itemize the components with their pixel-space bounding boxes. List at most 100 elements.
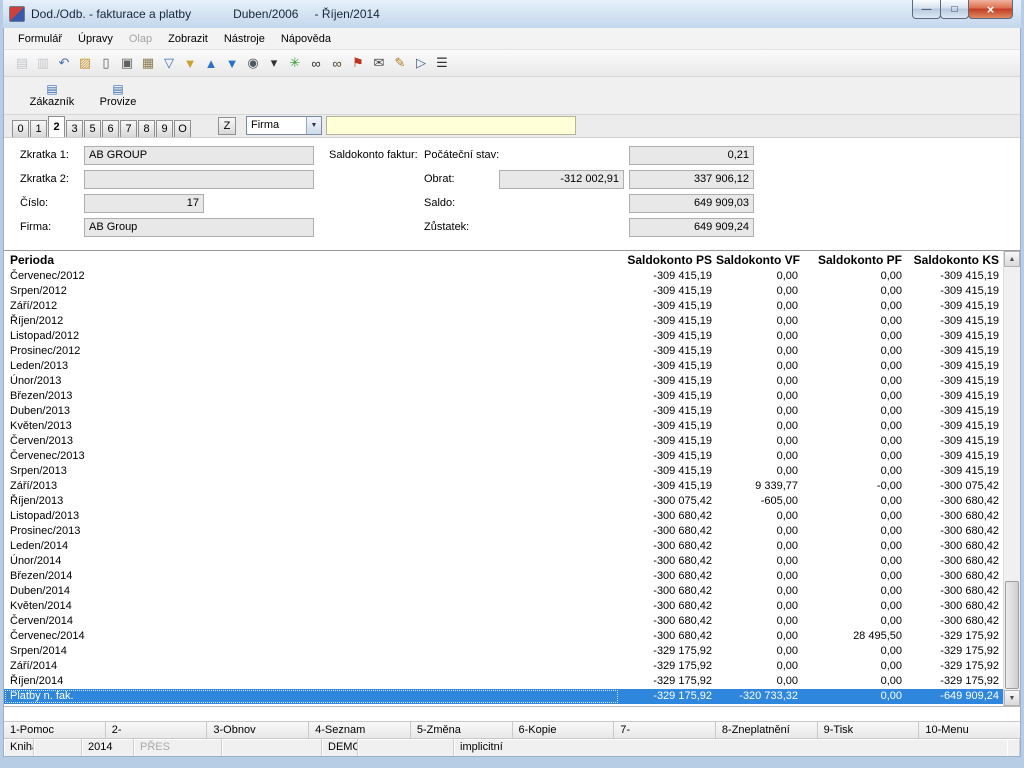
table-row[interactable]: Leden/2013 -309 415,19 0,00 0,00 -309 41… <box>4 359 1003 374</box>
firma-selector[interactable]: Firma ▼ <box>246 116 322 135</box>
bookmark-flag-icon[interactable]: ⚑ <box>348 53 368 73</box>
function-key[interactable]: 5-Změna <box>411 722 513 738</box>
table-row[interactable]: Květen/2013 -309 415,19 0,00 0,00 -309 4… <box>4 419 1003 434</box>
tab[interactable]: 2 <box>48 116 65 137</box>
table-row[interactable]: Únor/2013 -309 415,19 0,00 0,00 -309 415… <box>4 374 1003 389</box>
table-row[interactable]: Březen/2013 -309 415,19 0,00 0,00 -309 4… <box>4 389 1003 404</box>
mail-icon[interactable]: ✉ <box>369 53 389 73</box>
table-row[interactable]: Leden/2014 -300 680,42 0,00 0,00 -300 68… <box>4 539 1003 554</box>
close-button[interactable]: × <box>968 0 1013 19</box>
tab[interactable]: 0 <box>12 120 29 137</box>
table-row[interactable]: Duben/2014 -300 680,42 0,00 0,00 -300 68… <box>4 584 1003 599</box>
tab[interactable]: 3 <box>66 120 83 137</box>
table-row[interactable]: Srpen/2012 -309 415,19 0,00 0,00 -309 41… <box>4 284 1003 299</box>
function-key[interactable]: 9-Tisk <box>818 722 920 738</box>
function-key[interactable]: 7- <box>614 722 716 738</box>
table-row[interactable]: Květen/2014 -300 680,42 0,00 0,00 -300 6… <box>4 599 1003 614</box>
table-row[interactable]: Platby n. fak. -329 175,92 -320 733,32 0… <box>4 689 1003 704</box>
table-row[interactable]: Říjen/2013 -300 075,42 -605,00 0,00 -300… <box>4 494 1003 509</box>
vertical-scrollbar[interactable]: ▲ ▼ <box>1003 251 1020 706</box>
table-row[interactable]: Červen/2014 -300 680,42 0,00 0,00 -300 6… <box>4 614 1003 629</box>
menu-item[interactable]: Formulář <box>10 30 70 48</box>
table-row[interactable]: Listopad/2013 -300 680,42 0,00 0,00 -300… <box>4 509 1003 524</box>
function-key[interactable]: 10-Menu <box>919 722 1020 738</box>
chevron-down-icon[interactable]: ▼ <box>306 117 321 134</box>
notes-icon[interactable]: ✎ <box>390 53 410 73</box>
minimize-button[interactable]: — <box>912 0 941 19</box>
table-row[interactable]: Září/2013 -309 415,19 9 339,77 -0,00 -30… <box>4 479 1003 494</box>
grid: Perioda Saldokonto PS Saldokonto VF Sald… <box>4 251 1003 704</box>
table-row[interactable]: Duben/2013 -309 415,19 0,00 0,00 -309 41… <box>4 404 1003 419</box>
column-header-perioda[interactable]: Perioda <box>4 253 619 267</box>
tab[interactable]: 8 <box>138 120 155 137</box>
table-row[interactable]: Prosinec/2013 -300 680,42 0,00 0,00 -300… <box>4 524 1003 539</box>
table-row[interactable]: Červen/2013 -309 415,19 0,00 0,00 -309 4… <box>4 434 1003 449</box>
table-row[interactable]: Září/2014 -329 175,92 0,00 0,00 -329 175… <box>4 659 1003 674</box>
move-up-icon[interactable]: ▲ <box>201 53 221 73</box>
table-row[interactable]: Říjen/2012 -309 415,19 0,00 0,00 -309 41… <box>4 314 1003 329</box>
table-row[interactable]: Prosinec/2012 -309 415,19 0,00 0,00 -309… <box>4 344 1003 359</box>
menu-item[interactable]: Nápověda <box>273 30 339 48</box>
customer-button[interactable]: ▤ Zákazník <box>26 79 78 113</box>
titlebar[interactable]: Dod./Odb. - fakturace a platby Duben/200… <box>3 0 1021 28</box>
tab[interactable]: 9 <box>156 120 173 137</box>
view-dropdown-icon[interactable]: ▾ <box>264 53 284 73</box>
column-header-saldokonto-ps[interactable]: Saldokonto PS <box>619 253 716 267</box>
table-row[interactable]: Srpen/2014 -329 175,92 0,00 0,00 -329 17… <box>4 644 1003 659</box>
table-row[interactable]: Březen/2014 -300 680,42 0,00 0,00 -300 6… <box>4 569 1003 584</box>
send-icon[interactable]: ▷ <box>411 53 431 73</box>
table-row[interactable]: Srpen/2013 -309 415,19 0,00 0,00 -309 41… <box>4 464 1003 479</box>
maximize-button[interactable]: □ <box>940 0 969 19</box>
menu-item[interactable]: Zobrazit <box>160 30 216 48</box>
function-key[interactable]: 3-Obnov <box>207 722 309 738</box>
cislo-field[interactable]: 17 <box>84 194 204 213</box>
quick-filter-input[interactable] <box>326 116 576 135</box>
menu-item[interactable]: Nástroje <box>216 30 273 48</box>
view-icon[interactable]: ◉ <box>243 53 263 73</box>
find-next-icon[interactable]: ∞ <box>327 53 347 73</box>
zkratka2-field[interactable] <box>84 170 314 189</box>
move-down-icon[interactable]: ▼ <box>222 53 242 73</box>
open-folder-icon[interactable]: ▨ <box>75 53 95 73</box>
menu-item[interactable]: Olap <box>121 30 160 48</box>
function-key[interactable]: 2- <box>106 722 208 738</box>
copy-icon[interactable]: ▣ <box>117 53 137 73</box>
scrollbar-thumb[interactable] <box>1005 581 1019 689</box>
undo-icon[interactable]: ↶ <box>54 53 74 73</box>
table-row[interactable]: Únor/2014 -300 680,42 0,00 0,00 -300 680… <box>4 554 1003 569</box>
print-icon[interactable]: ▥ <box>33 53 53 73</box>
function-key[interactable]: 1-Pomoc <box>4 722 106 738</box>
function-key[interactable]: 4-Seznam <box>309 722 411 738</box>
column-header-saldokonto-ks[interactable]: Saldokonto KS <box>906 253 1003 267</box>
commission-button[interactable]: ▤ Provize <box>92 79 144 113</box>
table-row[interactable]: Listopad/2012 -309 415,19 0,00 0,00 -309… <box>4 329 1003 344</box>
menu-lines-icon[interactable]: ☰ <box>432 53 452 73</box>
save-icon[interactable]: ▤ <box>12 53 32 73</box>
scroll-down-icon[interactable]: ▼ <box>1004 690 1020 706</box>
column-header-saldokonto-pf[interactable]: Saldokonto PF <box>802 253 906 267</box>
table-row[interactable]: Červenec/2013 -309 415,19 0,00 0,00 -309… <box>4 449 1003 464</box>
zkratka1-field[interactable]: AB GROUP <box>84 146 314 165</box>
paste-icon[interactable]: ▦ <box>138 53 158 73</box>
find-icon[interactable]: ∞ <box>306 53 326 73</box>
z-button[interactable]: Z <box>218 117 236 135</box>
tab[interactable]: 1 <box>30 120 47 137</box>
function-key[interactable]: 6-Kopie <box>513 722 615 738</box>
table-row[interactable]: Červenec/2014 -300 680,42 0,00 28 495,50… <box>4 629 1003 644</box>
function-key[interactable]: 8-Zneplatnění <box>716 722 818 738</box>
table-row[interactable]: Září/2012 -309 415,19 0,00 0,00 -309 415… <box>4 299 1003 314</box>
tab[interactable]: 7 <box>120 120 137 137</box>
scroll-up-icon[interactable]: ▲ <box>1004 251 1020 267</box>
tab[interactable]: 5 <box>84 120 101 137</box>
column-header-saldokonto-vf[interactable]: Saldokonto VF <box>716 253 802 267</box>
table-row[interactable]: Říjen/2014 -329 175,92 0,00 0,00 -329 17… <box>4 674 1003 689</box>
refresh-icon[interactable]: ✳ <box>285 53 305 73</box>
tab[interactable]: O <box>174 120 191 137</box>
new-document-icon[interactable]: ▯ <box>96 53 116 73</box>
tab[interactable]: 6 <box>102 120 119 137</box>
filter-icon[interactable]: ▽ <box>159 53 179 73</box>
table-row[interactable]: Červenec/2012 -309 415,19 0,00 0,00 -309… <box>4 269 1003 284</box>
filter-apply-icon[interactable]: ▼ <box>180 53 200 73</box>
menu-item[interactable]: Úpravy <box>70 30 121 48</box>
firma-field[interactable]: AB Group <box>84 218 314 237</box>
